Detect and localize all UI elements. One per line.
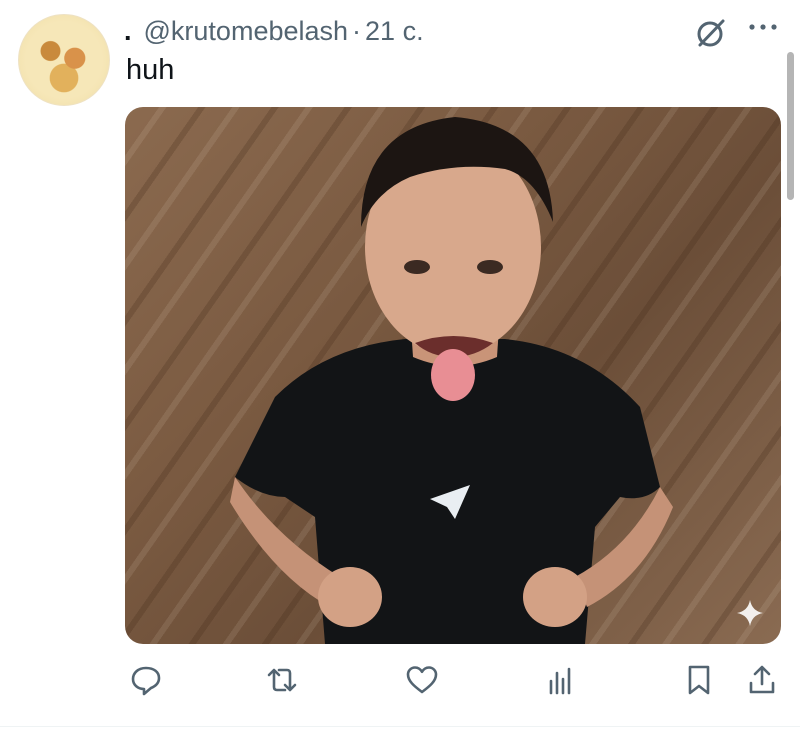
like-button[interactable] <box>402 660 442 700</box>
bookmark-button[interactable] <box>679 660 719 700</box>
share-button[interactable] <box>742 660 782 700</box>
scrollbar[interactable] <box>787 52 794 200</box>
lead-dot: . <box>124 15 132 46</box>
heart-icon <box>406 666 438 694</box>
sparkle-icon <box>737 600 763 626</box>
tweet-header: . @krutomebelash · 21 с. <box>124 14 680 48</box>
share-icon <box>749 665 775 694</box>
divider <box>0 726 800 727</box>
bar-chart-icon <box>549 667 571 695</box>
retweet-button[interactable] <box>262 660 302 700</box>
avatar[interactable] <box>18 14 110 106</box>
retweet-icon <box>267 668 297 692</box>
reply-icon <box>131 666 161 696</box>
tweet-text: huh <box>126 54 175 86</box>
reply-button[interactable] <box>126 660 166 700</box>
bookmark-icon <box>688 665 710 695</box>
header-separator: · <box>352 15 362 46</box>
post-time[interactable]: 21 с. <box>365 16 424 47</box>
tweet-photo[interactable] <box>125 107 781 644</box>
views-button[interactable] <box>540 660 580 700</box>
user-handle[interactable]: @krutomebelash <box>144 16 349 47</box>
more-horizontal-icon[interactable] <box>746 16 780 38</box>
photo-person <box>230 117 673 644</box>
grok-icon[interactable] <box>694 16 728 50</box>
action-bar <box>0 660 800 704</box>
